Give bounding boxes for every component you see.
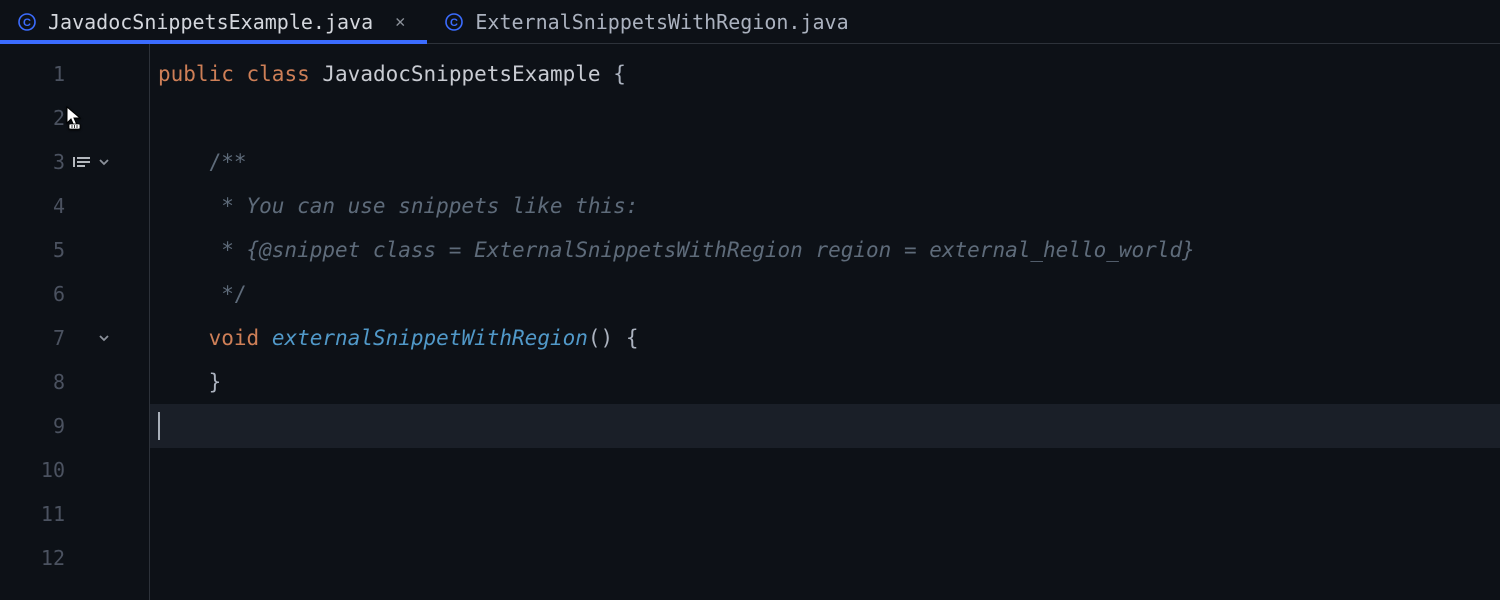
- gutter-row: 9: [0, 404, 149, 448]
- gutter-row: 6: [0, 272, 149, 316]
- brace: {: [601, 62, 626, 86]
- tab-bar: C JavadocSnippetsExample.java ✕ C Extern…: [0, 0, 1500, 44]
- tab-javadoc-snippets[interactable]: C JavadocSnippetsExample.java ✕: [0, 0, 427, 43]
- code-line[interactable]: [150, 536, 1500, 580]
- gutter-row: 8: [0, 360, 149, 404]
- code-line-current[interactable]: [150, 404, 1500, 448]
- gutter-row: 1: [0, 52, 149, 96]
- chevron-down-icon[interactable]: [97, 331, 111, 345]
- javadoc: * You can use snippets like this:: [158, 194, 638, 218]
- line-number: 1: [0, 62, 65, 86]
- keyword: class: [247, 62, 310, 86]
- line-number: 4: [0, 194, 65, 218]
- gutter-row: 4: [0, 184, 149, 228]
- gutter-row: 7: [0, 316, 149, 360]
- line-number: 6: [0, 282, 65, 306]
- gutter-row: 3: [0, 140, 149, 184]
- gutter: 1 2 3 4 5 6 7 8 9: [0, 44, 150, 600]
- line-number: 9: [0, 414, 65, 438]
- javadoc: /**: [158, 150, 247, 174]
- tab-label: JavadocSnippetsExample.java: [48, 10, 373, 34]
- line-number: 3: [0, 150, 65, 174]
- brace: }: [158, 370, 221, 394]
- gutter-row: 11: [0, 492, 149, 536]
- line-number: 8: [0, 370, 65, 394]
- svg-text:C: C: [450, 17, 458, 29]
- javadoc: */: [158, 282, 247, 306]
- javadoc: * {@snippet class = ExternalSnippetsWith…: [158, 238, 1195, 262]
- code-area[interactable]: public class JavadocSnippetsExample { /*…: [150, 44, 1500, 600]
- line-number: 11: [0, 502, 65, 526]
- class-icon: C: [18, 13, 36, 31]
- gutter-row: 12: [0, 536, 149, 580]
- close-icon[interactable]: ✕: [391, 12, 409, 32]
- class-icon: C: [445, 13, 463, 31]
- code-line[interactable]: /**: [150, 140, 1500, 184]
- line-number: 2: [0, 106, 65, 130]
- doc-render-icon[interactable]: [73, 155, 91, 169]
- chevron-down-icon[interactable]: [97, 155, 111, 169]
- code-line[interactable]: void externalSnippetWithRegion() {: [150, 316, 1500, 360]
- keyword: public: [158, 62, 234, 86]
- gutter-row: 10: [0, 448, 149, 492]
- svg-text:C: C: [23, 17, 31, 29]
- code-line[interactable]: */: [150, 272, 1500, 316]
- code-line[interactable]: }: [150, 360, 1500, 404]
- code-line[interactable]: [150, 96, 1500, 140]
- tab-external-snippets[interactable]: C ExternalSnippetsWithRegion.java: [427, 0, 866, 43]
- gutter-row: 5: [0, 228, 149, 272]
- gutter-row: 2: [0, 96, 149, 140]
- keyword: void: [209, 326, 260, 350]
- code-line[interactable]: * {@snippet class = ExternalSnippetsWith…: [150, 228, 1500, 272]
- paren-brace: () {: [588, 326, 639, 350]
- class-name: JavadocSnippetsExample: [322, 62, 600, 86]
- method-name: externalSnippetWithRegion: [272, 326, 588, 350]
- code-line[interactable]: public class JavadocSnippetsExample {: [150, 52, 1500, 96]
- line-number: 7: [0, 326, 65, 350]
- caret: [158, 412, 160, 440]
- code-line[interactable]: [150, 448, 1500, 492]
- line-number: 5: [0, 238, 65, 262]
- editor: 1 2 3 4 5 6 7 8 9: [0, 44, 1500, 600]
- tab-label: ExternalSnippetsWithRegion.java: [475, 10, 848, 34]
- code-line[interactable]: [150, 492, 1500, 536]
- code-line[interactable]: * You can use snippets like this:: [150, 184, 1500, 228]
- line-number: 10: [0, 458, 65, 482]
- line-number: 12: [0, 546, 65, 570]
